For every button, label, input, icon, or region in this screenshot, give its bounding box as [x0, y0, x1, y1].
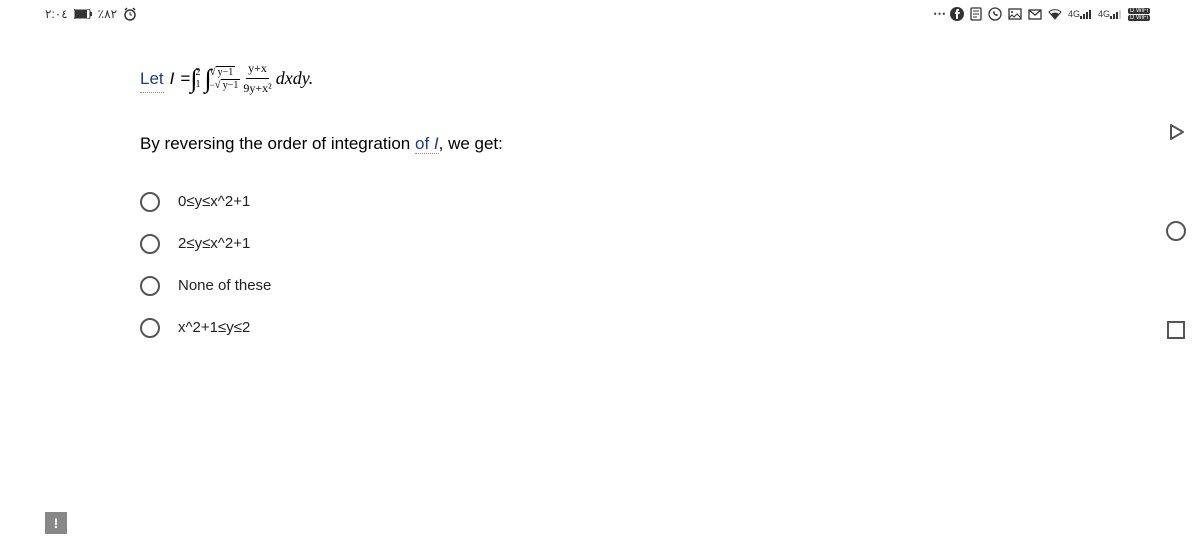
- alert-button[interactable]: !: [45, 512, 67, 534]
- signal-1: 4G: [1068, 9, 1092, 19]
- option-4[interactable]: x^2+1≤y≤2: [140, 318, 1120, 338]
- option-label: 0≤y≤x^2+1: [178, 193, 250, 210]
- alarm-icon: [123, 7, 137, 21]
- alert-icon: !: [54, 515, 59, 531]
- nav-circle-button[interactable]: [1164, 219, 1188, 243]
- question-stem: Let I = ∫ 2 1 ∫ √y−1 −√y−1 y+x 9y+x² dxd…: [140, 58, 1120, 157]
- radio-icon: [140, 276, 160, 296]
- signal-2: 4G: [1098, 9, 1122, 19]
- whatsapp-icon: [988, 7, 1002, 21]
- answer-options: 0≤y≤x^2+1 2≤y≤x^2+1 None of these x^2+1≤…: [140, 192, 1120, 338]
- radio-icon: [140, 318, 160, 338]
- status-left: ٢:٠٤ ٪٨٢: [45, 7, 137, 21]
- option-1[interactable]: 0≤y≤x^2+1: [140, 192, 1120, 212]
- let-label: Let: [140, 65, 164, 93]
- image-icon: [1008, 8, 1022, 20]
- option-2[interactable]: 2≤y≤x^2+1: [140, 234, 1120, 254]
- nav-square-button[interactable]: [1164, 318, 1188, 342]
- facebook-icon: [950, 7, 964, 21]
- radio-icon: [140, 192, 160, 212]
- document-icon: [970, 7, 982, 21]
- radio-icon: [140, 234, 160, 254]
- more-icon: ⋯: [933, 6, 944, 22]
- option-label: x^2+1≤y≤2: [178, 319, 250, 336]
- navigation-buttons: [1164, 120, 1188, 342]
- gmail-icon: [1028, 9, 1042, 20]
- volte-badges: D WiFi D WiFi: [1128, 8, 1150, 21]
- battery-icon: [74, 9, 92, 19]
- option-label: 2≤y≤x^2+1: [178, 235, 250, 252]
- option-3[interactable]: None of these: [140, 276, 1120, 296]
- nav-triangle-button[interactable]: [1164, 120, 1188, 144]
- status-bar: ٢:٠٤ ٪٨٢ ⋯ 4G 4G: [0, 0, 1200, 28]
- wifi-icon: [1048, 9, 1062, 20]
- battery-percent: ٪٨٢: [98, 7, 117, 21]
- integral-expression: ∫ 2 1 ∫ √y−1 −√y−1 y+x 9y+x² dxdy.: [190, 58, 313, 100]
- integral-definition: Let I = ∫ 2 1 ∫ √y−1 −√y−1 y+x 9y+x² dxd…: [140, 58, 1120, 100]
- status-right: ⋯ 4G 4G D WiFi D WiFi: [933, 6, 1150, 22]
- status-time: ٢:٠٤: [45, 7, 68, 21]
- question-content: Let I = ∫ 2 1 ∫ √y−1 −√y−1 y+x 9y+x² dxd…: [0, 28, 1200, 380]
- question-prompt: By reversing the order of integration of…: [140, 130, 1120, 157]
- variable-i: I: [170, 65, 175, 92]
- option-label: None of these: [178, 277, 271, 294]
